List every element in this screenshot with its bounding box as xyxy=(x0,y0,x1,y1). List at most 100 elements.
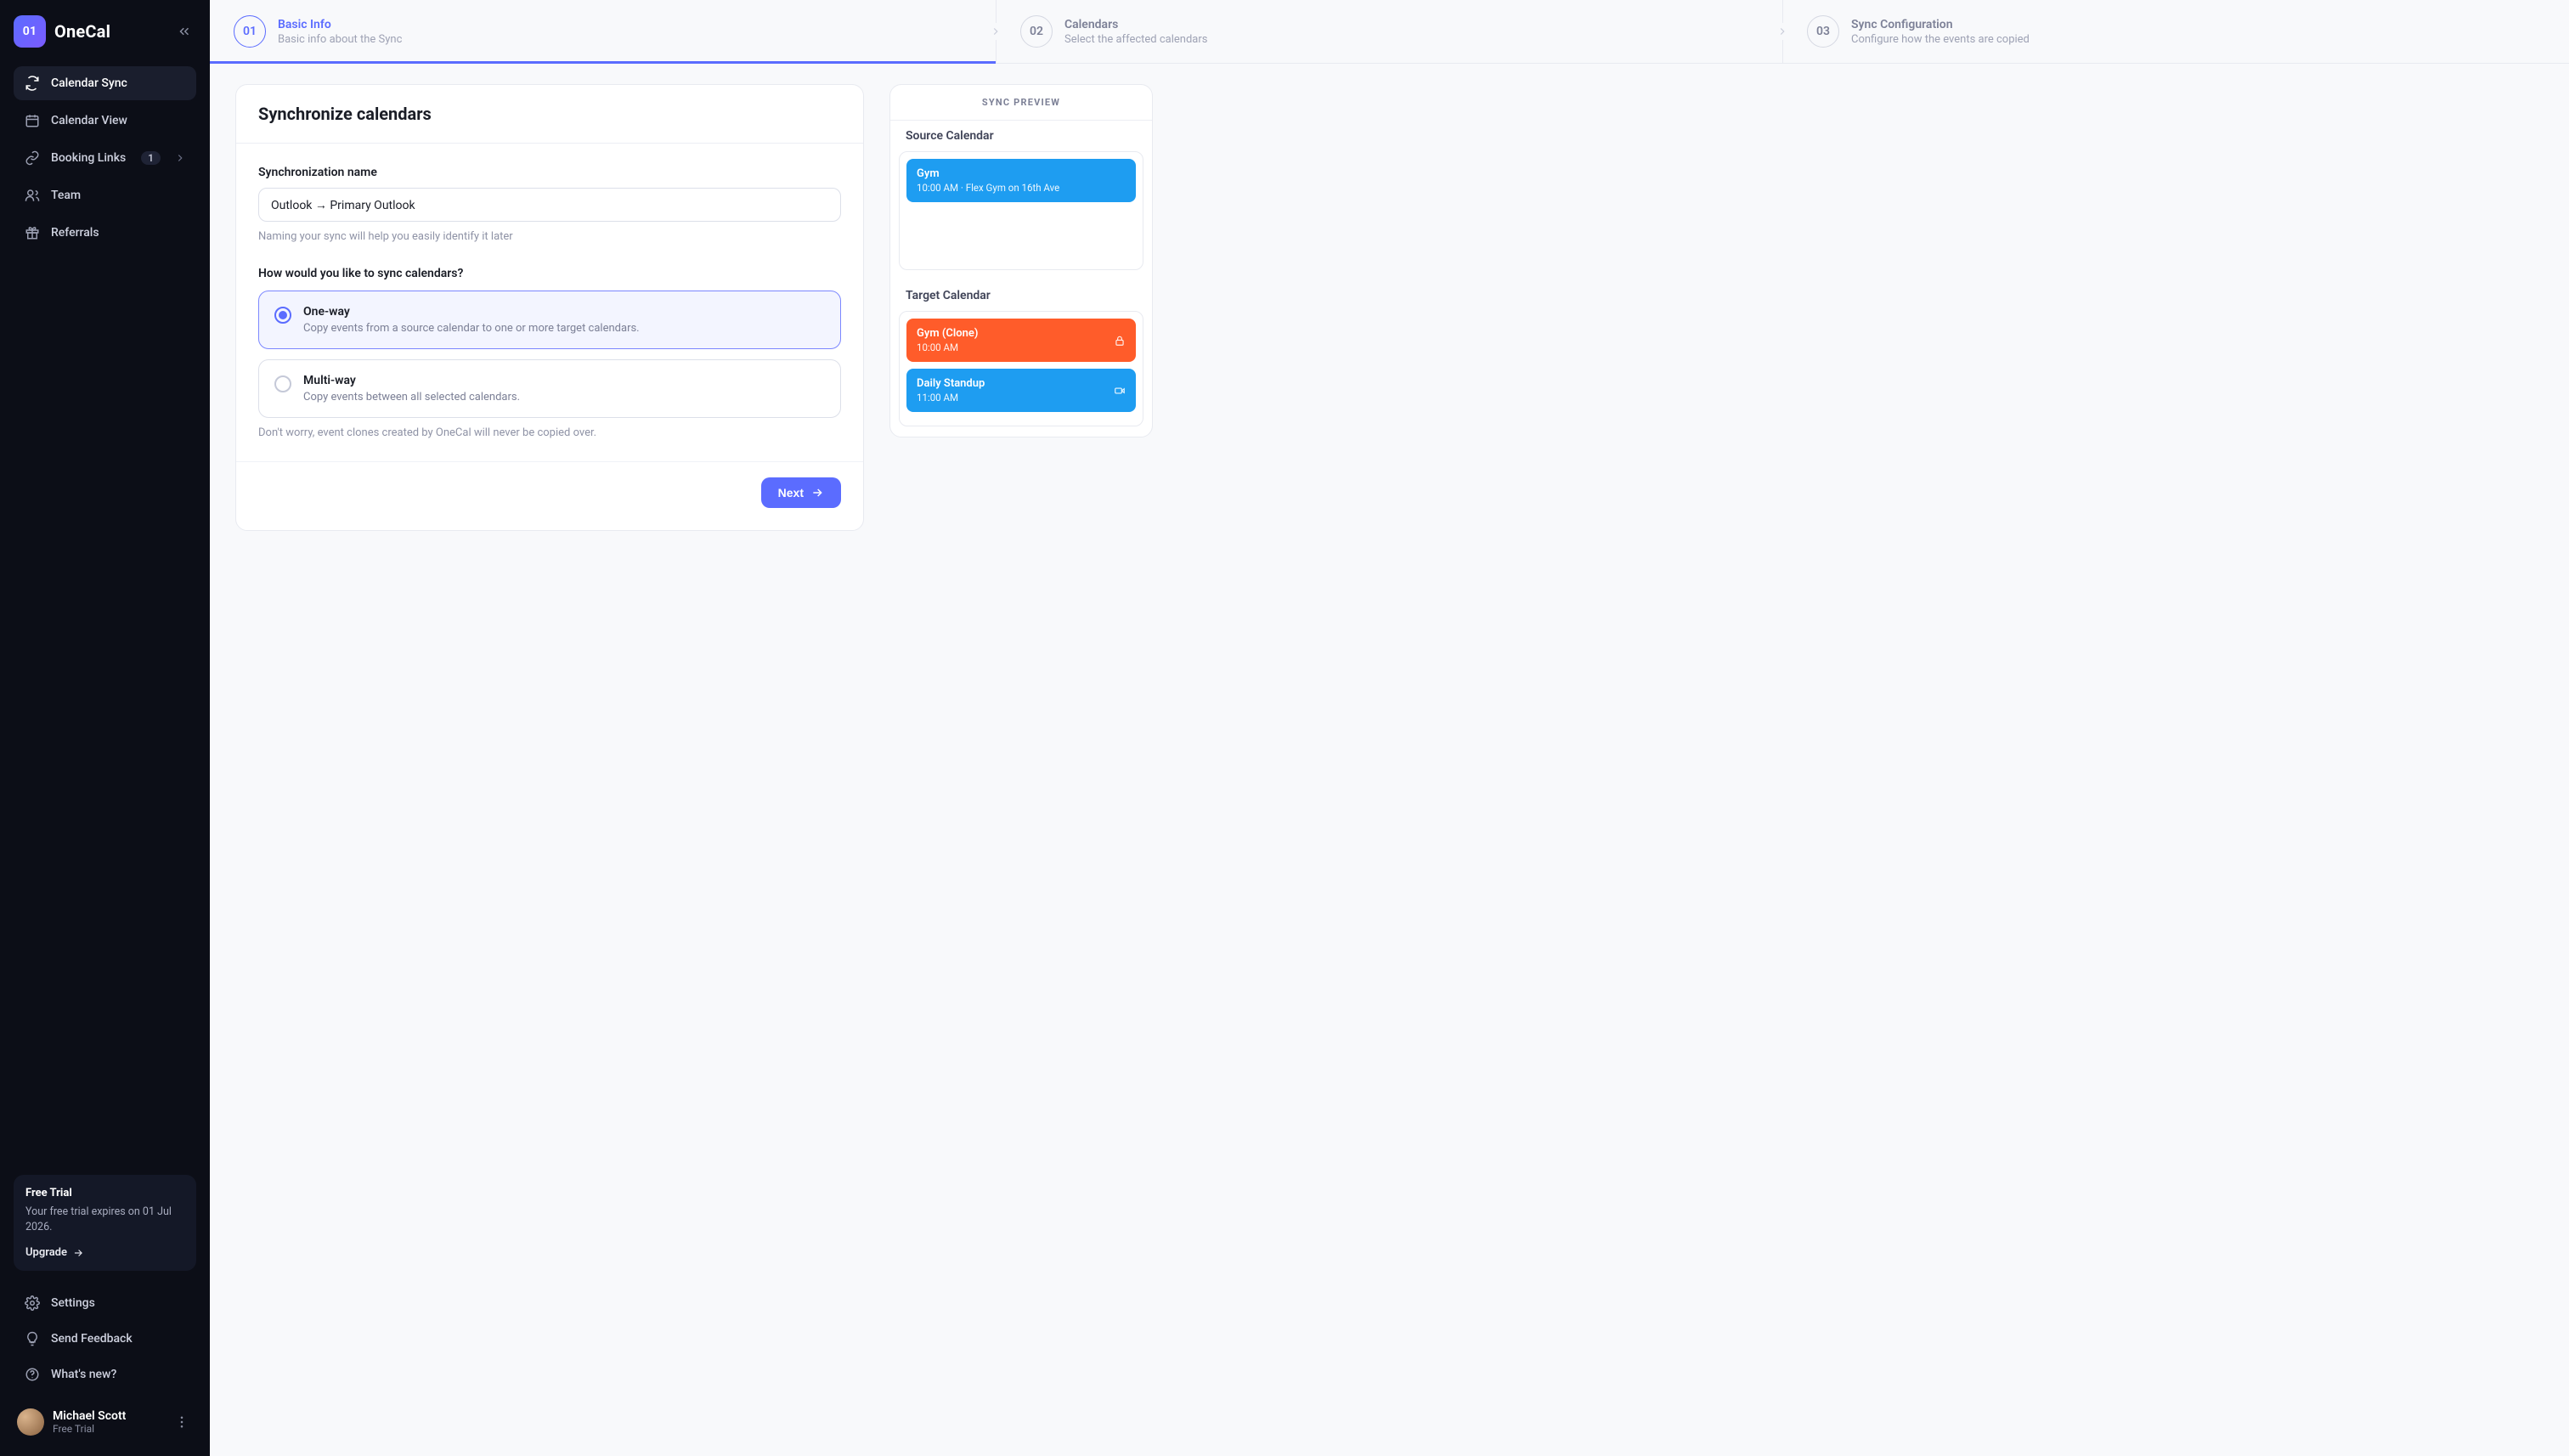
sidebar-item-label: Booking Links xyxy=(51,151,126,165)
source-calendar-box: Gym 10:00 AM · Flex Gym on 16th Ave xyxy=(899,151,1143,270)
step-subtitle: Basic info about the Sync xyxy=(278,33,402,46)
card-header: Synchronize calendars xyxy=(236,85,863,144)
step-basic-info[interactable]: 01 Basic Info Basic info about the Sync xyxy=(210,0,997,63)
content: Synchronize calendars Synchronization na… xyxy=(210,64,2569,565)
step-number: 01 xyxy=(234,15,266,48)
form-body: Synchronization name Naming your sync wi… xyxy=(236,144,863,461)
sync-how-label: How would you like to sync calendars? xyxy=(258,267,841,280)
upgrade-link[interactable]: Upgrade xyxy=(25,1246,84,1259)
more-vertical-icon xyxy=(174,1414,189,1430)
radio-one-way[interactable]: One-way Copy events from a source calend… xyxy=(258,291,841,349)
free-trial-card: Free Trial Your free trial expires on 01… xyxy=(14,1175,196,1272)
user-row: Michael Scott Free Trial xyxy=(14,1403,196,1441)
gift-icon xyxy=(24,224,41,241)
sidebar-item-referrals[interactable]: Referrals xyxy=(14,216,196,250)
arrow-right-icon xyxy=(72,1247,84,1259)
event-title: Gym xyxy=(917,167,1059,180)
user-name: Michael Scott xyxy=(53,1409,126,1423)
booking-links-badge: 1 xyxy=(141,151,161,165)
sidebar-item-calendar-view[interactable]: Calendar View xyxy=(14,104,196,138)
step-subtitle: Configure how the events are copied xyxy=(1851,33,2030,46)
primary-nav: Calendar Sync Calendar View Booking Link… xyxy=(14,66,196,250)
calendar-icon xyxy=(24,112,41,129)
step-calendars[interactable]: 02 Calendars Select the affected calenda… xyxy=(997,0,1783,63)
upgrade-label: Upgrade xyxy=(25,1246,67,1259)
sidebar-collapse-button[interactable] xyxy=(172,20,196,43)
next-button[interactable]: Next xyxy=(761,477,841,508)
sidebar-item-label: Referrals xyxy=(51,226,99,240)
radio-description: Copy events from a source calendar to on… xyxy=(303,322,640,335)
step-sync-configuration[interactable]: 03 Sync Configuration Configure how the … xyxy=(1783,0,2569,63)
help-icon xyxy=(24,1366,41,1383)
step-title: Sync Configuration xyxy=(1851,18,2030,31)
chevron-double-left-icon xyxy=(177,24,192,39)
radio-description: Copy events between all selected calenda… xyxy=(303,391,520,404)
brand-name: OneCal xyxy=(54,21,110,42)
target-event: Daily Standup 11:00 AM xyxy=(906,369,1136,412)
target-calendar-box: Gym (Clone) 10:00 AM Daily Standup 11:00… xyxy=(899,311,1143,426)
trial-body: Your free trial expires on 01 Jul 2026. xyxy=(25,1205,184,1237)
step-title: Calendars xyxy=(1064,18,1207,31)
source-event: Gym 10:00 AM · Flex Gym on 16th Ave xyxy=(906,159,1136,202)
arrow-right-icon xyxy=(810,486,824,499)
user-plan: Free Trial xyxy=(53,1423,126,1435)
sidebar-item-settings[interactable]: Settings xyxy=(14,1286,196,1320)
sidebar-item-label: Send Feedback xyxy=(51,1332,133,1346)
sync-preview-card: SYNC PREVIEW Source Calendar Gym 10:00 A… xyxy=(889,84,1153,437)
next-button-label: Next xyxy=(778,486,804,499)
synchronize-form-card: Synchronize calendars Synchronization na… xyxy=(235,84,864,531)
sidebar-item-label: Settings xyxy=(51,1296,95,1310)
user-info: Michael Scott Free Trial xyxy=(53,1409,126,1435)
radio-title: One-way xyxy=(303,305,640,319)
event-subtitle: 10:00 AM xyxy=(917,341,978,353)
radio-title: Multi-way xyxy=(303,374,520,387)
trial-title: Free Trial xyxy=(25,1187,184,1199)
sidebar-item-team[interactable]: Team xyxy=(14,178,196,212)
step-number: 02 xyxy=(1020,15,1053,48)
sidebar-item-whats-new[interactable]: What's new? xyxy=(14,1357,196,1391)
main: 01 Basic Info Basic info about the Sync … xyxy=(210,0,2569,1456)
step-number: 03 xyxy=(1807,15,1839,48)
event-title: Daily Standup xyxy=(917,377,985,390)
radio-indicator xyxy=(274,307,291,324)
sync-name-helper: Naming your sync will help you easily id… xyxy=(258,230,841,243)
event-subtitle: 10:00 AM · Flex Gym on 16th Ave xyxy=(917,182,1059,194)
sync-icon xyxy=(24,75,41,92)
sidebar-item-send-feedback[interactable]: Send Feedback xyxy=(14,1322,196,1356)
sidebar-item-label: Team xyxy=(51,189,81,202)
sync-name-field: Synchronization name Naming your sync wi… xyxy=(258,166,841,243)
step-title: Basic Info xyxy=(278,18,402,31)
sidebar-item-booking-links[interactable]: Booking Links 1 xyxy=(14,141,196,175)
user-menu-button[interactable] xyxy=(171,1411,193,1433)
chevron-right-icon xyxy=(174,152,186,164)
brand-mark: 01 xyxy=(14,15,46,48)
radio-multi-way[interactable]: Multi-way Copy events between all select… xyxy=(258,359,841,418)
sync-name-input[interactable] xyxy=(258,188,841,222)
radio-indicator xyxy=(274,375,291,392)
sidebar-item-calendar-sync[interactable]: Calendar Sync xyxy=(14,66,196,100)
sync-name-label: Synchronization name xyxy=(258,166,841,179)
sync-preview-header: SYNC PREVIEW xyxy=(890,85,1152,121)
form-footer: Next xyxy=(236,461,863,530)
target-event: Gym (Clone) 10:00 AM xyxy=(906,319,1136,362)
event-title: Gym (Clone) xyxy=(917,327,978,340)
video-icon xyxy=(1114,385,1126,397)
avatar[interactable] xyxy=(17,1408,44,1436)
sync-how-radio-group: One-way Copy events from a source calend… xyxy=(258,291,841,418)
sync-how-helper: Don't worry, event clones created by One… xyxy=(258,426,841,439)
event-subtitle: 11:00 AM xyxy=(917,392,985,404)
brand-logo[interactable]: 01 OneCal xyxy=(14,15,110,48)
card-title: Synchronize calendars xyxy=(258,104,841,124)
stepper: 01 Basic Info Basic info about the Sync … xyxy=(210,0,2569,64)
source-calendar-label: Source Calendar xyxy=(890,121,1152,151)
sync-how-field: How would you like to sync calendars? On… xyxy=(258,267,841,439)
sidebar-item-label: What's new? xyxy=(51,1368,116,1381)
team-icon xyxy=(24,187,41,204)
step-subtitle: Select the affected calendars xyxy=(1064,33,1207,46)
sidebar-item-label: Calendar View xyxy=(51,114,127,127)
target-calendar-label: Target Calendar xyxy=(890,280,1152,311)
sidebar-header: 01 OneCal xyxy=(14,15,196,48)
gear-icon xyxy=(24,1295,41,1312)
lock-icon xyxy=(1114,335,1126,347)
bulb-icon xyxy=(24,1330,41,1347)
